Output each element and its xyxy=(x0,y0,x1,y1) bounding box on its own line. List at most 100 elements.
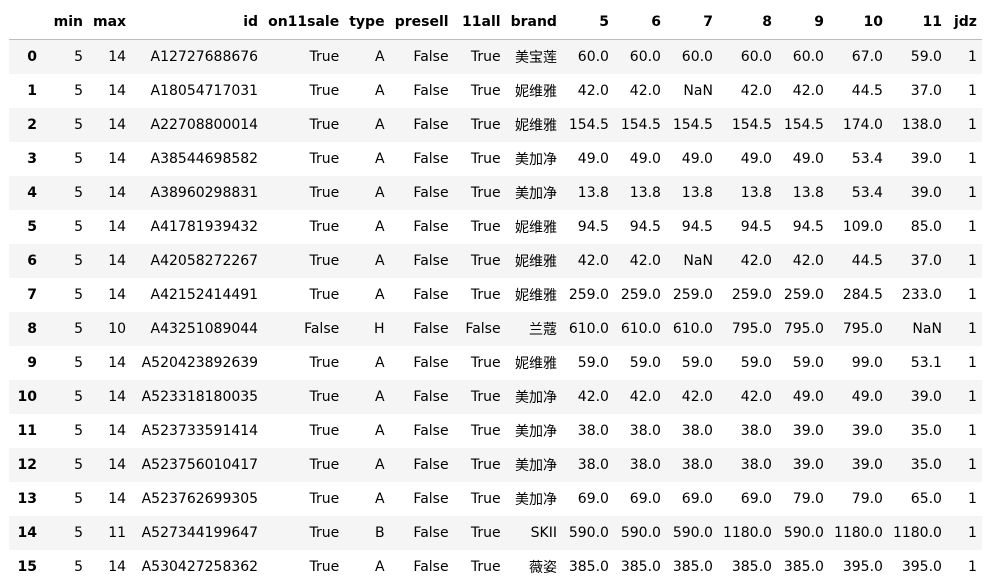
table-cell: 154.5 xyxy=(666,108,718,142)
column-header: jdz xyxy=(947,5,982,40)
table-cell: 60.0 xyxy=(562,40,614,75)
table-cell: 1 xyxy=(947,108,982,142)
table-cell: 67.0 xyxy=(829,40,888,75)
table-cell: 69.0 xyxy=(718,482,777,516)
table-cell: 5 xyxy=(42,448,88,482)
table-cell: 42.0 xyxy=(562,380,614,414)
table-cell: 5 xyxy=(42,40,88,75)
table-cell: 69.0 xyxy=(666,482,718,516)
table-cell: A523762699305 xyxy=(131,482,263,516)
table-cell: 79.0 xyxy=(829,482,888,516)
table-cell: 38.0 xyxy=(614,448,666,482)
table-cell: True xyxy=(454,414,506,448)
table-cell: False xyxy=(390,312,454,346)
table-cell: 795.0 xyxy=(718,312,777,346)
table-cell: 49.0 xyxy=(666,142,718,176)
table-cell: 5 xyxy=(42,210,88,244)
table-cell: 60.0 xyxy=(718,40,777,75)
table-cell: 5 xyxy=(42,346,88,380)
table-cell: A42058272267 xyxy=(131,244,263,278)
table-cell: A xyxy=(344,176,389,210)
table-cell: 590.0 xyxy=(777,516,829,550)
table-cell: 59.0 xyxy=(562,346,614,380)
table-cell: 5 xyxy=(42,142,88,176)
table-cell: 妮维雅 xyxy=(506,278,562,312)
table-cell: 49.0 xyxy=(614,142,666,176)
table-cell: 1180.0 xyxy=(888,516,947,550)
table-cell: NaN xyxy=(666,244,718,278)
table-row: 1514A18054717031TrueAFalseTrue妮维雅42.042.… xyxy=(9,74,982,108)
table-cell: 610.0 xyxy=(666,312,718,346)
table-cell: False xyxy=(454,312,506,346)
table-cell: 53.4 xyxy=(829,176,888,210)
column-header: 6 xyxy=(614,5,666,40)
table-cell: A xyxy=(344,74,389,108)
table-cell: 14 xyxy=(88,210,131,244)
table-cell: 5 xyxy=(42,380,88,414)
table-cell: False xyxy=(390,278,454,312)
table-cell: 14 xyxy=(88,380,131,414)
table-cell: A xyxy=(344,142,389,176)
table-row: 3514A38544698582TrueAFalseTrue美加净49.049.… xyxy=(9,142,982,176)
table-cell: 1180.0 xyxy=(718,516,777,550)
table-cell: False xyxy=(390,346,454,380)
table-row: 10514A523318180035TrueAFalseTrue美加净42.04… xyxy=(9,380,982,414)
column-header: presell xyxy=(390,5,454,40)
table-cell: 39.0 xyxy=(777,414,829,448)
table-cell: 5 xyxy=(42,414,88,448)
table-row: 8510A43251089044FalseHFalseFalse兰蔻610.06… xyxy=(9,312,982,346)
table-cell: 154.5 xyxy=(562,108,614,142)
table-cell: 14 xyxy=(88,414,131,448)
index-header xyxy=(9,5,42,40)
table-cell: True xyxy=(454,278,506,312)
column-header: type xyxy=(344,5,389,40)
table-cell: 94.5 xyxy=(562,210,614,244)
table-cell: 5 xyxy=(42,244,88,278)
table-cell: 38.0 xyxy=(562,448,614,482)
table-cell: False xyxy=(390,482,454,516)
table-cell: 14 xyxy=(88,278,131,312)
dataframe-output: minmaxidon11saletypepresell11allbrand567… xyxy=(9,5,982,584)
table-cell: 1 xyxy=(947,176,982,210)
table-cell: 385.0 xyxy=(562,550,614,584)
table-cell: False xyxy=(390,516,454,550)
table-cell: 590.0 xyxy=(614,516,666,550)
table-cell: 610.0 xyxy=(562,312,614,346)
table-cell: 94.5 xyxy=(666,210,718,244)
table-row: 14511A527344199647TrueBFalseTrueSKII590.… xyxy=(9,516,982,550)
table-cell: 59.0 xyxy=(718,346,777,380)
dataframe-table: minmaxidon11saletypepresell11allbrand567… xyxy=(9,5,982,584)
table-cell: 5 xyxy=(42,108,88,142)
table-cell: 5 xyxy=(42,550,88,584)
table-cell: A xyxy=(344,380,389,414)
table-cell: SKII xyxy=(506,516,562,550)
table-cell: 38.0 xyxy=(666,414,718,448)
table-cell: 14 xyxy=(88,482,131,516)
table-cell: False xyxy=(390,74,454,108)
table-cell: A xyxy=(344,244,389,278)
table-cell: 42.0 xyxy=(614,74,666,108)
table-cell: 59.0 xyxy=(614,346,666,380)
table-cell: 5 xyxy=(42,278,88,312)
table-cell: 兰蔻 xyxy=(506,312,562,346)
table-cell: 1 xyxy=(947,142,982,176)
header-row: minmaxidon11saletypepresell11allbrand567… xyxy=(9,5,982,40)
table-row: 9514A520423892639TrueAFalseTrue妮维雅59.059… xyxy=(9,346,982,380)
table-cell: 13.8 xyxy=(666,176,718,210)
table-cell: 美加净 xyxy=(506,448,562,482)
table-cell: A22708800014 xyxy=(131,108,263,142)
table-cell: True xyxy=(263,74,344,108)
table-cell: 385.0 xyxy=(777,550,829,584)
table-cell: 42.0 xyxy=(777,74,829,108)
column-header: 9 xyxy=(777,5,829,40)
table-cell: 385.0 xyxy=(614,550,666,584)
table-cell: A523733591414 xyxy=(131,414,263,448)
table-cell: 美加净 xyxy=(506,142,562,176)
table-cell: 1 xyxy=(947,74,982,108)
table-cell: 1 xyxy=(947,312,982,346)
table-cell: H xyxy=(344,312,389,346)
table-cell: 53.4 xyxy=(829,142,888,176)
row-index: 1 xyxy=(9,74,42,108)
table-cell: 69.0 xyxy=(562,482,614,516)
table-cell: 美加净 xyxy=(506,380,562,414)
